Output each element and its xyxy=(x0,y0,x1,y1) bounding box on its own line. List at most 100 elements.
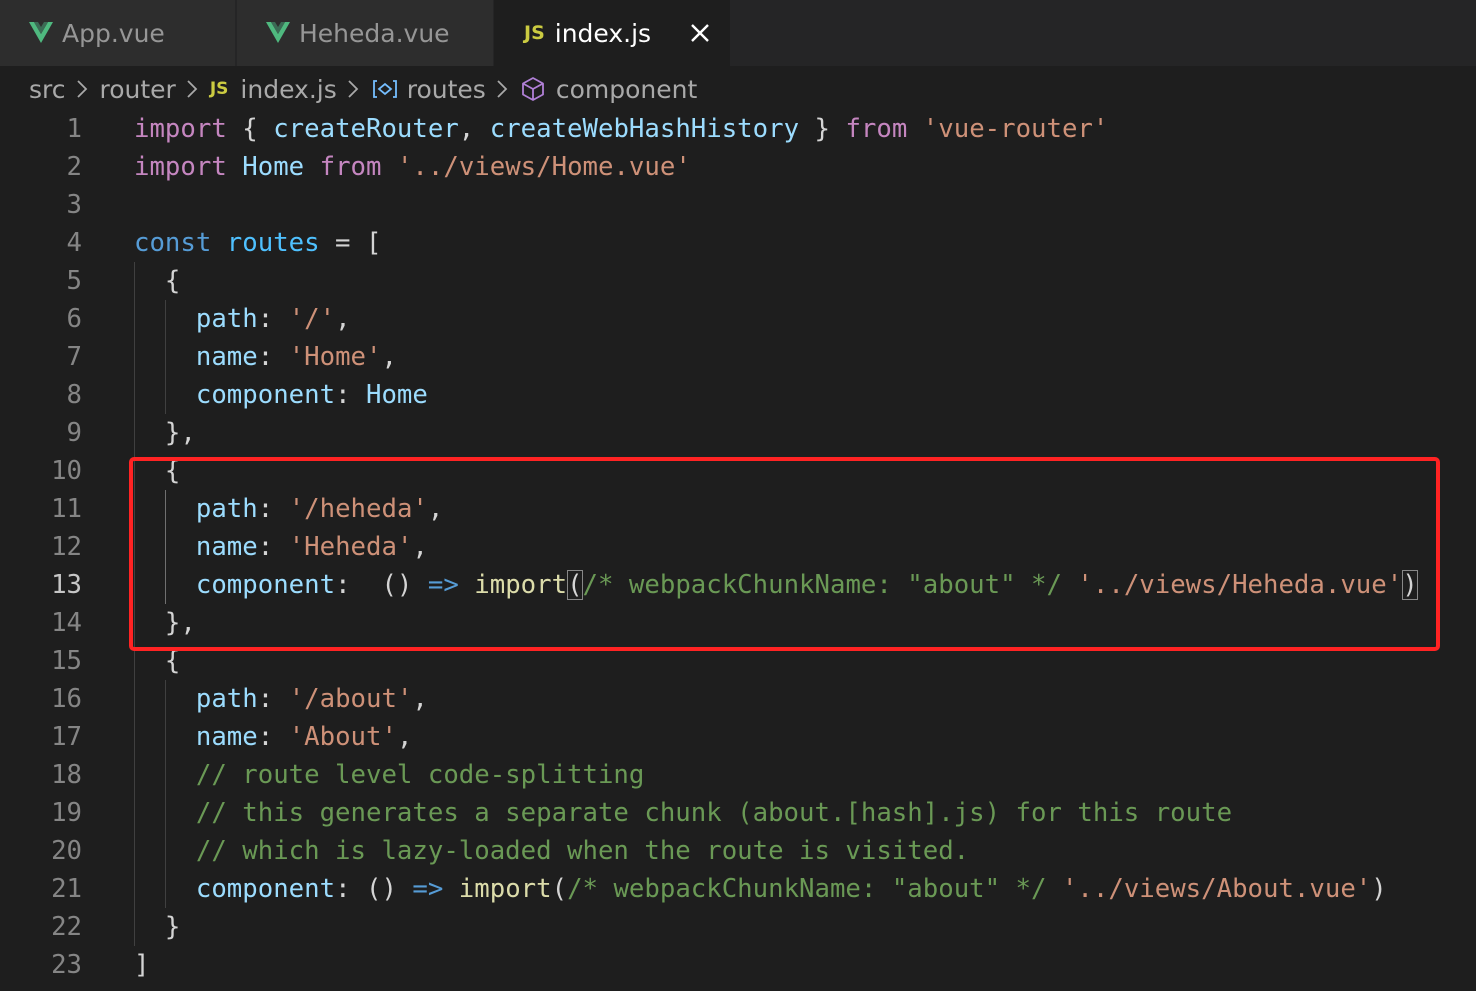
code-token: '/about' xyxy=(288,684,413,714)
code-line[interactable]: 16 path: '/about', xyxy=(0,680,1476,718)
breadcrumb-router[interactable]: router xyxy=(100,75,176,104)
code-text: name: 'Heheda', xyxy=(134,528,428,566)
line-number: 16 xyxy=(51,684,82,714)
code-token: , xyxy=(458,114,490,144)
tab-bar: App.vue Heheda.vue JS index.js xyxy=(0,0,1476,66)
code-text: path: '/heheda', xyxy=(134,490,443,528)
code-line[interactable]: 11 path: '/heheda', xyxy=(0,490,1476,528)
line-number: 14 xyxy=(51,608,82,638)
code-token: , xyxy=(412,684,428,714)
chevron-right-icon xyxy=(76,80,87,98)
code-text: import Home from '../views/Home.vue' xyxy=(134,148,691,186)
code-token: : () xyxy=(335,570,428,600)
code-token: : xyxy=(257,342,289,372)
code-token: ( xyxy=(551,874,568,904)
code-line[interactable]: 23] xyxy=(0,946,1476,984)
code-editor[interactable]: 1 import { createRouter, createWebHashHis… xyxy=(0,110,1476,991)
code-token: // route level code-splitting xyxy=(195,760,645,790)
code-line[interactable]: 17 name: 'About', xyxy=(0,718,1476,756)
code-token: , xyxy=(381,342,397,372)
code-line[interactable]: 5 { xyxy=(0,262,1476,300)
code-line[interactable]: 12 name: 'Heheda', xyxy=(0,528,1476,566)
line-number: 20 xyxy=(51,836,82,866)
line-number: 15 xyxy=(51,646,82,676)
code-token: import xyxy=(474,570,568,600)
code-text: // route level code-splitting xyxy=(134,756,645,794)
code-token: const xyxy=(134,228,212,258)
code-line[interactable]: 13 component: () => import(/* webpackChu… xyxy=(0,566,1476,604)
line-number: 21 xyxy=(51,874,82,904)
code-line[interactable]: 2 import Home from '../views/Home.vue' xyxy=(0,148,1476,186)
code-text: const routes = [ xyxy=(134,224,381,262)
code-line[interactable]: 21 component: () => import(/* webpackChu… xyxy=(0,870,1476,908)
code-line[interactable]: 9 }, xyxy=(0,414,1476,452)
code-token: from xyxy=(845,114,908,144)
vue-icon xyxy=(266,22,290,43)
line-number: 23 xyxy=(51,950,82,980)
breadcrumb-label: router xyxy=(99,74,176,104)
code-line[interactable]: 8 component: Home xyxy=(0,376,1476,414)
code-token: 'vue-router' xyxy=(922,114,1109,144)
breadcrumb-src[interactable]: src xyxy=(29,75,66,104)
variable-icon xyxy=(372,80,397,98)
code-text: // this generates a separate chunk (abou… xyxy=(134,794,1232,832)
code-line[interactable]: 1 import { createRouter, createWebHashHis… xyxy=(0,110,1476,148)
code-token: ) xyxy=(1371,874,1387,904)
code-line[interactable]: 14 }, xyxy=(0,604,1476,642)
code-line[interactable]: 4 const routes = [ xyxy=(0,224,1476,262)
chevron-right-icon xyxy=(187,80,198,98)
code-token: } xyxy=(134,912,181,942)
code-token: : xyxy=(257,494,289,524)
code-token: /* webpackChunkName: "about" */ xyxy=(582,570,1062,600)
code-line[interactable]: 18 // route level code-splitting xyxy=(0,756,1476,794)
line-number: 5 xyxy=(66,266,82,296)
code-text: // which is lazy-loaded when the route i… xyxy=(134,832,969,870)
breadcrumb-label: routes xyxy=(406,74,486,104)
code-line[interactable]: 10 { xyxy=(0,452,1476,490)
code-line[interactable]: 6 path: '/', xyxy=(0,300,1476,338)
code-line[interactable]: 19 // this generates a separate chunk (a… xyxy=(0,794,1476,832)
line-number: 17 xyxy=(51,722,82,752)
code-line[interactable]: 7 name: 'Home', xyxy=(0,338,1476,376)
code-line[interactable]: 3 xyxy=(0,186,1476,224)
code-token: name xyxy=(195,532,258,562)
code-token: = [ xyxy=(319,228,382,258)
code-token: '../views/Home.vue' xyxy=(396,152,691,182)
line-number: 12 xyxy=(51,532,82,562)
code-token: 'Home' xyxy=(288,342,382,372)
code-text: component: () => import(/* webpackChunkN… xyxy=(134,566,1418,604)
tab-label: index.js xyxy=(554,18,652,48)
code-token: '/heheda' xyxy=(288,494,428,524)
breadcrumb-index-js[interactable]: JS index.js xyxy=(210,75,337,104)
code-line[interactable]: 22 } xyxy=(0,908,1476,946)
code-line[interactable]: 15 { xyxy=(0,642,1476,680)
js-icon: JS xyxy=(524,22,545,44)
breadcrumb: src router JS index.js routes component xyxy=(0,66,1476,112)
code-token: name xyxy=(195,342,258,372)
code-line[interactable]: 20 // which is lazy-loaded when the rout… xyxy=(0,832,1476,870)
line-number: 4 xyxy=(66,228,82,258)
line-number: 7 xyxy=(66,342,82,372)
code-token: => xyxy=(427,570,459,600)
breadcrumb-component[interactable]: component xyxy=(520,75,697,104)
breadcrumb-routes[interactable]: routes xyxy=(371,75,486,104)
code-token: // this generates a separate chunk (abou… xyxy=(195,798,1233,828)
code-token: '../views/Heheda.vue' xyxy=(1077,570,1403,600)
line-number: 13 xyxy=(51,570,82,600)
close-icon[interactable] xyxy=(687,20,713,46)
code-token: Home xyxy=(242,152,305,182)
code-text: path: '/', xyxy=(134,300,351,338)
tab-heheda-vue[interactable]: Heheda.vue xyxy=(237,0,493,66)
code-token: // which is lazy-loaded when the route i… xyxy=(195,836,970,866)
tab-app-vue[interactable]: App.vue xyxy=(0,0,235,66)
tab-index-js[interactable]: JS index.js xyxy=(494,0,730,66)
code-token: }, xyxy=(134,418,196,448)
code-token: { xyxy=(134,456,181,486)
